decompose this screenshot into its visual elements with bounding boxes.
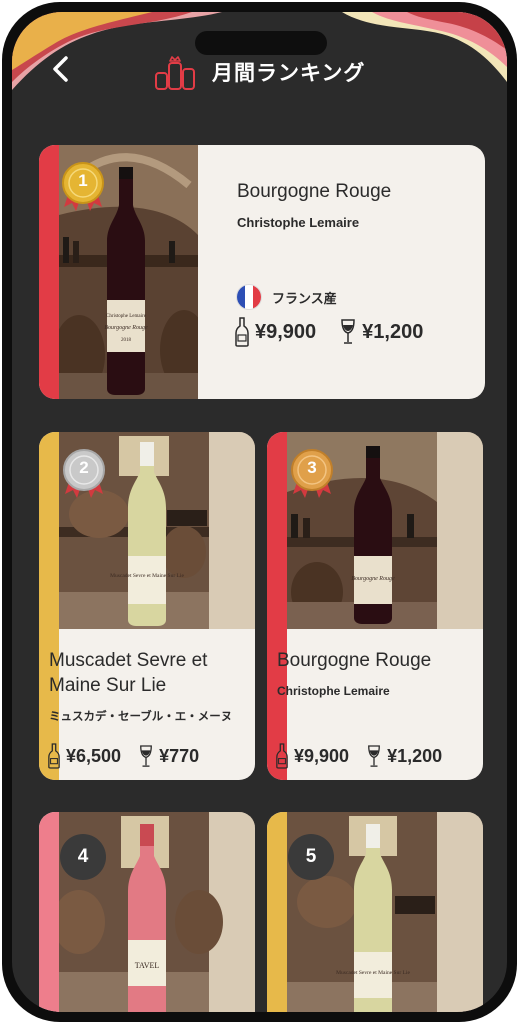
wine-name: Bourgogne Rouge [277, 650, 432, 671]
wine-glass-icon [341, 319, 355, 344]
ranking-card-2[interactable]: Muscadet Sevre et Maine Sur Lie 2 Muscad… [39, 432, 255, 780]
ranking-card-5[interactable]: Muscadet Sevre et Maine Sur Lie 5 [267, 812, 483, 1012]
bottle-icon [235, 317, 249, 347]
ranking-card-3[interactable]: Bourgogne Rouge 3 Bourgogne Rouge Christ… [267, 432, 483, 780]
country-label: フランス産 [272, 290, 337, 306]
wine-name: Bourgogne Rouge [237, 181, 392, 202]
bottle-price: ¥6,500 [66, 745, 122, 766]
bottle-label-text: Muscadet Sevre et Maine Sur Lie [336, 970, 410, 976]
bottle-label-text: Bourgogne Rouge [104, 325, 148, 331]
bottle-label-text: Muscadet Sevre et Maine Sur Lie [110, 573, 184, 579]
bottle-price: ¥9,900 [255, 320, 317, 343]
rank-number-badge: 5 [288, 834, 334, 880]
ranking-card-1[interactable]: Christophe Lemaire Bourgogne Rouge 2018 … [39, 145, 485, 399]
rank-stripe [39, 145, 59, 399]
glass-price: ¥770 [159, 745, 200, 766]
wine-maker: ミュスカデ・セーブル・エ・メーヌ [49, 711, 233, 723]
rank-stripe [39, 432, 59, 780]
wine-maker: Christophe Lemaire [277, 684, 390, 698]
price-row: ¥9,900 ¥1,200 [235, 317, 423, 347]
ranking-card-4[interactable]: TAVEL 4 [39, 812, 255, 1012]
bottle-icon [48, 743, 60, 769]
phone-frame: 月間ランキング Christophe Lemaire Bourgogne Rou… [2, 2, 517, 1022]
bottle-price: ¥9,900 [294, 745, 350, 766]
wine-glass-icon [140, 744, 152, 767]
glass-price: ¥1,200 [362, 320, 424, 343]
bottle-icon [276, 743, 288, 769]
bottle-vintage-text: 2018 [121, 338, 132, 343]
bottle-label-text: Bourgogne Rouge [351, 576, 395, 582]
price-row: ¥6,500 ¥770 [48, 743, 199, 769]
rank-number-badge: 4 [60, 834, 106, 880]
app-screen: 月間ランキング Christophe Lemaire Bourgogne Rou… [12, 12, 507, 1012]
back-button[interactable] [48, 52, 74, 86]
page-header: 月間ランキング [152, 52, 365, 92]
wine-glass-icon [368, 744, 380, 767]
silver-medal-badge: 2 [61, 446, 107, 504]
medal-rank-number: 2 [79, 458, 89, 477]
bronze-medal-badge: 3 [289, 446, 335, 504]
chevron-left-icon [53, 56, 68, 82]
price-row: ¥9,900 ¥1,200 [276, 743, 442, 769]
rank-stripe [267, 812, 287, 1012]
bottle-label-text: Christophe Lemaire [106, 314, 147, 319]
glass-price: ¥1,200 [387, 745, 443, 766]
bottle-label-text: TAVEL [135, 961, 160, 970]
wine-maker: Christophe Lemaire [237, 215, 360, 230]
rank-stripe [267, 432, 287, 780]
medal-rank-number: 1 [78, 171, 88, 190]
page-title: 月間ランキング [212, 62, 366, 85]
country-of-origin: フランス産 [236, 284, 337, 310]
wine-bottles-crown-icon [155, 56, 195, 90]
rank-stripe [39, 812, 59, 1012]
gold-medal-badge: 1 [60, 159, 106, 217]
wine-name: Muscadet Sevre et Maine Sur Lie [49, 650, 208, 696]
france-flag-icon [236, 284, 262, 310]
medal-rank-number: 3 [307, 458, 317, 477]
